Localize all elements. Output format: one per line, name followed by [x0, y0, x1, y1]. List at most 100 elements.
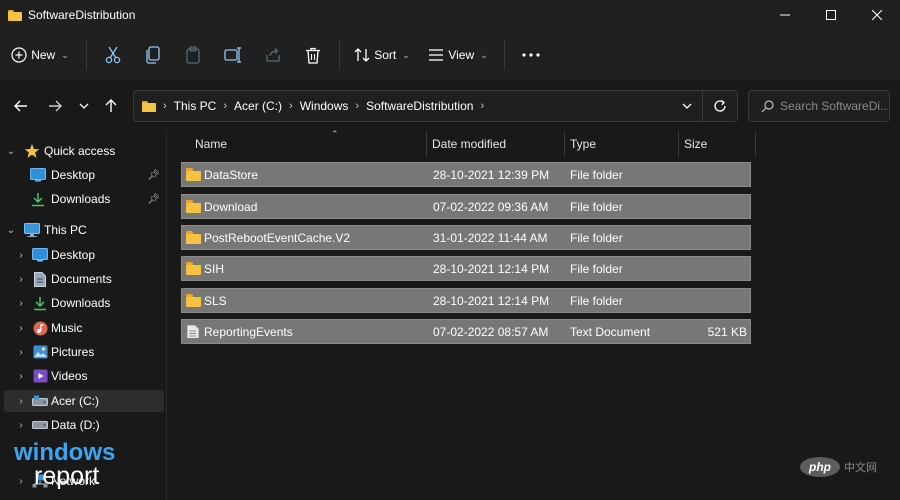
star-icon — [24, 143, 40, 159]
cut-button[interactable] — [93, 38, 133, 72]
new-button[interactable]: New ⌄ — [0, 38, 80, 72]
refresh-button[interactable] — [703, 91, 737, 121]
sort-ascending-icon: ⌃ — [331, 129, 339, 139]
column-header-name[interactable]: ⌃ Name — [195, 129, 425, 157]
sidebar-item-desktop-quick[interactable]: Desktop 📌︎ — [4, 164, 164, 186]
copy-button[interactable] — [133, 38, 173, 72]
file-date: 07-02-2022 08:57 AM — [433, 324, 549, 339]
file-name: DataStore — [204, 167, 259, 182]
table-row[interactable]: DataStore 28-10-2021 12:39 PM File folde… — [181, 162, 751, 187]
sort-label: Sort — [374, 48, 397, 62]
forward-button[interactable] — [43, 94, 67, 118]
column-header-size[interactable]: Size — [684, 131, 754, 157]
download-icon — [32, 295, 48, 311]
sidebar-item-desktop[interactable]: › Desktop — [4, 244, 164, 266]
folder-icon — [186, 168, 201, 181]
sidebar-item-this-pc[interactable]: ⌄ This PC — [4, 219, 164, 241]
file-type: File folder — [570, 167, 623, 182]
file-type: File folder — [570, 199, 623, 214]
delete-button[interactable] — [293, 38, 333, 72]
sort-button[interactable]: Sort ⌄ — [346, 38, 418, 72]
sidebar-item-downloads[interactable]: › Downloads — [4, 292, 164, 314]
file-name: PostRebootEventCache.V2 — [204, 230, 351, 245]
file-name: SLS — [204, 293, 227, 308]
breadcrumb-chevron-icon[interactable]: › — [289, 100, 293, 112]
address-history-button[interactable] — [672, 91, 702, 121]
php-site-suffix: 中文网 — [844, 460, 877, 474]
navigation-row: › This PC › Acer (C:) › Windows › Softwa… — [0, 80, 900, 131]
separator — [339, 40, 340, 70]
folder-icon — [186, 231, 201, 244]
share-button[interactable] — [253, 38, 293, 72]
paste-icon — [186, 46, 200, 64]
search-input[interactable] — [780, 99, 888, 113]
file-date: 28-10-2021 12:14 PM — [433, 261, 550, 276]
table-row[interactable]: PostRebootEventCache.V2 31-01-2022 11:44… — [181, 225, 751, 250]
sidebar-item-acer-c[interactable]: › Acer (C:) — [4, 390, 164, 412]
separator — [86, 40, 87, 70]
breadcrumb-windows[interactable]: Windows — [300, 99, 349, 113]
paste-button[interactable] — [173, 38, 213, 72]
chevron-right-icon[interactable]: › — [16, 347, 26, 358]
table-row[interactable]: Download 07-02-2022 09:36 AM File folder — [181, 194, 751, 219]
separator — [504, 40, 505, 70]
view-button[interactable]: View ⌄ — [418, 38, 498, 72]
column-divider[interactable] — [426, 131, 427, 157]
minimize-icon[interactable] — [762, 0, 808, 30]
php-watermark: php 中文网 — [800, 457, 877, 477]
table-row[interactable]: ReportingEvents 07-02-2022 08:57 AM Text… — [181, 319, 751, 344]
more-options-button[interactable] — [511, 38, 551, 72]
address-bar[interactable]: › This PC › Acer (C:) › Windows › Softwa… — [133, 90, 738, 122]
maximize-icon[interactable] — [808, 0, 854, 30]
picture-icon — [32, 344, 48, 360]
chevron-right-icon[interactable]: › — [16, 396, 26, 407]
sidebar-item-downloads-quick[interactable]: Downloads 📌︎ — [4, 188, 164, 210]
rename-icon — [224, 47, 241, 63]
table-row[interactable]: SLS 28-10-2021 12:14 PM File folder — [181, 288, 751, 313]
sidebar-item-data-d[interactable]: › Data (D:) — [4, 414, 164, 436]
chevron-right-icon[interactable]: › — [16, 323, 26, 334]
breadcrumb-chevron-icon[interactable]: › — [480, 100, 484, 112]
refresh-icon — [714, 99, 726, 112]
column-header-type[interactable]: Type — [570, 131, 676, 157]
close-icon[interactable] — [854, 0, 900, 30]
table-row[interactable]: SIH 28-10-2021 12:14 PM File folder — [181, 256, 751, 281]
chevron-down-icon: ⌄ — [480, 49, 488, 60]
delete-icon — [306, 47, 320, 64]
sidebar-item-pictures[interactable]: › Pictures — [4, 341, 164, 363]
column-divider[interactable] — [755, 131, 756, 157]
rename-button[interactable] — [213, 38, 253, 72]
column-divider[interactable] — [678, 131, 679, 157]
column-divider[interactable] — [564, 131, 565, 157]
breadcrumb-chevron-icon[interactable]: › — [223, 100, 227, 112]
file-type: Text Document — [570, 324, 651, 339]
chevron-right-icon[interactable]: › — [16, 274, 26, 285]
chevron-down-icon[interactable]: ⌄ — [6, 225, 16, 236]
music-icon — [32, 320, 48, 336]
drive-icon — [32, 417, 48, 433]
recent-locations-button[interactable] — [72, 94, 96, 118]
chevron-right-icon[interactable]: › — [16, 371, 26, 382]
chevron-down-icon[interactable]: ⌄ — [6, 146, 16, 157]
back-button[interactable] — [9, 94, 33, 118]
up-button[interactable] — [99, 94, 123, 118]
breadcrumb-acer-c[interactable]: Acer (C:) — [234, 99, 282, 113]
desktop-icon — [32, 247, 48, 263]
breadcrumb-softwaredistribution[interactable]: SoftwareDistribution — [366, 99, 473, 113]
chevron-right-icon[interactable]: › — [16, 250, 26, 261]
search-box[interactable] — [748, 90, 890, 122]
sidebar-item-documents[interactable]: › Documents — [4, 268, 164, 290]
document-icon — [32, 271, 48, 287]
sidebar-item-music[interactable]: › Music — [4, 317, 164, 339]
breadcrumb-chevron-icon[interactable]: › — [355, 100, 359, 112]
chevron-right-icon[interactable]: › — [16, 420, 26, 431]
chevron-down-icon — [682, 103, 692, 109]
chevron-right-icon[interactable]: › — [16, 298, 26, 309]
column-header-date-modified[interactable]: Date modified — [432, 131, 562, 157]
sidebar-item-quick-access[interactable]: ⌄ Quick access — [4, 140, 164, 162]
window-controls — [762, 0, 900, 30]
sidebar-item-videos[interactable]: › Videos — [4, 365, 164, 387]
drive-icon — [32, 393, 48, 409]
view-icon — [429, 49, 444, 61]
breadcrumb-this-pc[interactable]: This PC — [174, 99, 217, 113]
